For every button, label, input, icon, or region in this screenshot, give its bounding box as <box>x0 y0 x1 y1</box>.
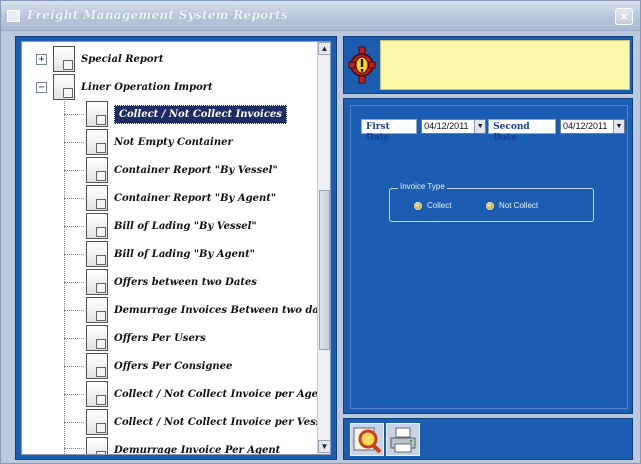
report-window: Freight Management System Reports × + Sp… <box>0 0 641 464</box>
invoice-type-legend: Invoice Type <box>398 182 447 191</box>
collapse-icon[interactable]: − <box>36 81 47 93</box>
title-bar[interactable]: Freight Management System Reports × <box>1 1 640 31</box>
radio-button-icon[interactable] <box>414 201 422 210</box>
scroll-down-icon[interactable]: ▼ <box>318 440 330 453</box>
tree-node-label: Collect / Not Collect Invoice per Agent <box>114 388 330 400</box>
dropdown-arrow-icon[interactable]: ▼ <box>474 119 486 133</box>
expand-icon[interactable]: + <box>36 53 47 65</box>
tree-node-label: Collect / Not Collect Invoices <box>114 104 287 124</box>
tree-node-label: Liner Operation Import <box>81 81 213 93</box>
window-icon <box>7 10 20 22</box>
tree-node-offers-between-two-dates[interactable]: Offers between two Dates <box>86 269 257 295</box>
tree-node-collect-invoice-per-vessel[interactable]: Collect / Not Collect Invoice per Vessel <box>86 409 331 435</box>
tree-node-label: Bill of Lading "By Agent" <box>114 248 255 260</box>
tree-node-offers-per-consignee[interactable]: Offers Per Consignee <box>86 353 232 379</box>
tree-node-label: Offers Per Users <box>114 332 206 344</box>
report-icon <box>86 409 108 435</box>
radio-collect[interactable]: Collect <box>414 201 451 210</box>
report-icon <box>86 185 108 211</box>
tree-node-collect-invoice-per-agent[interactable]: Collect / Not Collect Invoice per Agent <box>86 381 330 407</box>
report-icon <box>86 269 108 295</box>
report-parameters-panel: First Date 04/12/2011 ▼ Second Date 04/1… <box>343 98 633 414</box>
first-date-value[interactable]: 04/12/2011 <box>422 120 474 133</box>
report-icon <box>86 381 108 407</box>
tree-node-label: Collect / Not Collect Invoice per Vessel <box>114 416 331 428</box>
tree-node-offers-per-users[interactable]: Offers Per Users <box>86 325 206 351</box>
tree-node-label: Offers between two Dates <box>114 276 257 288</box>
report-icon <box>86 353 108 379</box>
preview-button[interactable] <box>350 423 384 456</box>
second-date-value[interactable]: 04/12/2011 <box>561 120 613 133</box>
scroll-up-icon[interactable]: ▲ <box>318 42 330 55</box>
report-icon <box>86 437 108 454</box>
tree-node-liner-operation-import[interactable]: − Liner Operation Import <box>36 74 213 100</box>
tree-node-label: Container Report "By Vessel" <box>114 164 278 176</box>
printer-icon <box>390 427 416 453</box>
tree-node-label: Offers Per Consignee <box>114 360 233 372</box>
report-icon <box>86 101 108 127</box>
first-date-picker[interactable]: 04/12/2011 ▼ <box>421 118 487 134</box>
report-icon <box>86 297 108 323</box>
tree-node-demurrage-invoices-between-two-dates[interactable]: Demurrage Invoices Between two dates <box>86 297 331 323</box>
report-tree: + Special Report − Liner Operation Impor… <box>21 41 331 455</box>
tree-connector <box>64 394 84 395</box>
report-icon <box>86 157 108 183</box>
alert-gear-icon <box>348 46 376 84</box>
radio-not-collect-label: Not Collect <box>499 201 539 210</box>
tree-connector <box>64 448 84 449</box>
tree-node-bill-of-lading-by-agent[interactable]: Bill of Lading "By Agent" <box>86 241 255 267</box>
radio-button-icon[interactable] <box>486 201 494 210</box>
report-icon <box>86 325 108 351</box>
tree-connector <box>64 422 84 423</box>
report-icon <box>86 213 108 239</box>
invoice-type-group: Invoice Type Collect Not Collect <box>389 182 594 222</box>
window-title: Freight Management System Reports <box>27 8 288 22</box>
tree-connector <box>64 310 84 311</box>
tree-node-label: Not Empty Container <box>114 136 233 148</box>
first-date-label: First Date <box>361 118 418 143</box>
magnifier-icon <box>353 427 382 454</box>
tree-connector <box>64 198 84 199</box>
message-box <box>380 40 630 90</box>
tree-node-demurrage-invoice-per-agent[interactable]: Demurrage Invoice Per Agent <box>86 437 281 455</box>
report-tree-panel: + Special Report − Liner Operation Impor… <box>15 36 337 460</box>
tree-node-bill-of-lading-by-vessel[interactable]: Bill of Lading "By Vessel" <box>86 213 257 239</box>
tree-node-container-report-by-vessel[interactable]: Container Report "By Vessel" <box>86 157 278 183</box>
message-panel <box>343 36 633 94</box>
report-folder-icon <box>53 46 75 72</box>
tree-connector <box>64 226 84 227</box>
tree-connector <box>64 366 84 367</box>
tree-connector <box>64 254 84 255</box>
tree-node-collect-not-collect-invoices[interactable]: Collect / Not Collect Invoices <box>86 101 287 127</box>
tree-node-special-report[interactable]: + Special Report <box>36 46 163 72</box>
tree-node-label: Special Report <box>81 53 164 65</box>
tree-node-label: Demurrage Invoices Between two dates <box>114 304 331 316</box>
tree-node-label: Bill of Lading "By Vessel" <box>114 220 257 232</box>
tree-node-not-empty-container[interactable]: Not Empty Container <box>86 129 233 155</box>
print-button[interactable] <box>386 423 420 456</box>
action-toolbar <box>343 418 633 460</box>
radio-not-collect[interactable]: Not Collect <box>486 201 538 210</box>
tree-connector <box>64 142 84 143</box>
date-range-row: First Date 04/12/2011 ▼ Second Date 04/1… <box>361 118 627 143</box>
report-icon <box>86 241 108 267</box>
close-button[interactable]: × <box>615 8 633 25</box>
dropdown-arrow-icon[interactable]: ▼ <box>613 119 624 133</box>
tree-scrollbar[interactable]: ▲ ▼ <box>317 42 330 454</box>
tree-node-label: Demurrage Invoice Per Agent <box>114 444 281 455</box>
radio-collect-label: Collect <box>427 201 452 210</box>
tree-connector <box>64 170 84 171</box>
tree-connector <box>64 78 65 454</box>
tree-connector <box>64 338 84 339</box>
scroll-thumb[interactable] <box>319 190 330 350</box>
tree-connector <box>64 114 84 115</box>
report-folder-icon <box>53 74 75 100</box>
parameters-frame: First Date 04/12/2011 ▼ Second Date 04/1… <box>350 105 628 409</box>
report-icon <box>86 129 108 155</box>
tree-node-label: Container Report "By Agent" <box>114 192 277 204</box>
second-date-label: Second Date <box>488 118 556 143</box>
tree-connector <box>64 282 84 283</box>
tree-node-container-report-by-agent[interactable]: Container Report "By Agent" <box>86 185 276 211</box>
second-date-picker[interactable]: 04/12/2011 ▼ <box>560 118 625 134</box>
